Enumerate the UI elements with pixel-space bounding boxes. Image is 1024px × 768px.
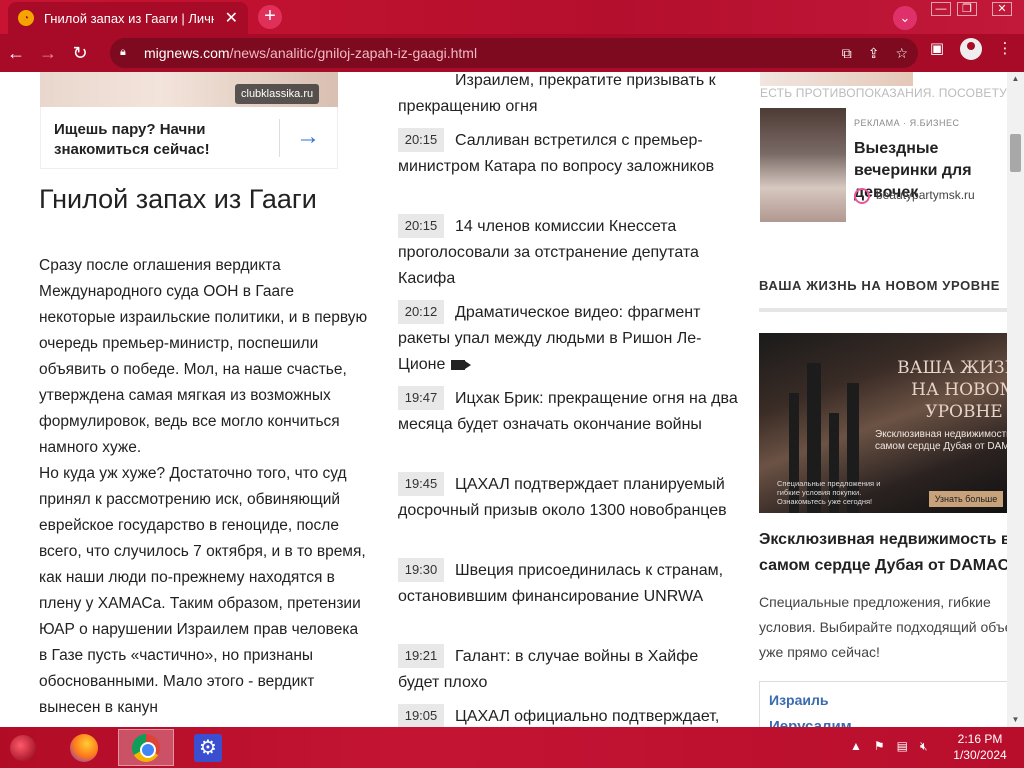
new-tab-button[interactable]: + <box>258 5 282 29</box>
ad-domain-icon <box>854 188 870 204</box>
widget-country: Израиль <box>769 692 829 708</box>
taskbar-clock[interactable]: 2:16 PM 1/30/2024 <box>950 731 1010 763</box>
news-text: Салливан встретился с премьер-министром … <box>398 132 715 175</box>
taskbar-chrome[interactable] <box>118 729 174 766</box>
tab-search-icon[interactable]: ⌄ <box>893 6 917 30</box>
promo-description: Специальные предложения, гибкие условия.… <box>759 594 1007 660</box>
ad-image[interactable] <box>760 108 846 222</box>
news-item[interactable]: 20:15 Салливан встретился с премьер-мини… <box>398 128 738 180</box>
banner-learn-more-button[interactable]: Узнать больше <box>929 491 1003 507</box>
chrome-icon <box>132 733 160 762</box>
ad-divider <box>279 119 280 157</box>
profile-avatar-icon[interactable] <box>960 38 982 60</box>
banner-headline: ВАША ЖИЗНЬ НА НОВОМ УРОВНЕ <box>897 358 1007 422</box>
article-body: Сразу после оглашения вердикта Междунаро… <box>39 253 369 721</box>
settings-gear-icon: ⚙ <box>194 733 222 762</box>
clock-time: 2:16 PM <box>957 732 1003 746</box>
news-time-badge: 19:45 <box>398 472 444 496</box>
ad-image-strip[interactable] <box>760 72 913 86</box>
tab-title: Гнилой запах из Гааги | Личный <box>44 10 214 26</box>
scroll-up-icon[interactable]: ▲ <box>1010 74 1021 84</box>
network-icon[interactable]: ▤ <box>897 739 908 754</box>
promo-title[interactable]: Эксклюзивная недвижимость в самом сердце… <box>759 527 1007 579</box>
promo-banner[interactable]: ВАША ЖИЗНЬ НА НОВОМ УРОВНЕ Эксклюзивная … <box>759 333 1007 513</box>
site-favicon-icon: ◔ <box>18 10 34 26</box>
news-item[interactable]: Израилем, прекратите призывать к прекращ… <box>398 72 738 120</box>
arrow-right-icon[interactable]: → <box>296 123 320 151</box>
taskbar-settings[interactable]: ⚙ <box>180 729 236 766</box>
news-time-badge: 19:21 <box>398 644 444 668</box>
page-viewport: clubklassika.ru Ищешь пару? Начни знаком… <box>0 72 1007 727</box>
reload-icon[interactable]: ↻ <box>64 37 96 69</box>
action-center-flag-icon[interactable]: ⚑ <box>874 739 885 754</box>
scroll-down-icon[interactable]: ▼ <box>1010 715 1021 725</box>
ad-headline: Ищешь пару? Начни знакомиться сейчас! <box>54 121 210 158</box>
article-paragraph: Но куда уж хуже? Достаточно того, что су… <box>39 465 366 716</box>
news-text: Ицхак Брик: прекращение огня на два меся… <box>398 390 738 433</box>
news-text: Израилем, прекратите призывать к прекращ… <box>398 72 716 115</box>
tab-close-icon[interactable]: ✕ <box>225 8 238 28</box>
news-time-badge: 20:12 <box>398 300 444 324</box>
news-time-badge: 19:30 <box>398 558 444 582</box>
news-item[interactable]: 19:21 Галант: в случае войны в Хайфе буд… <box>398 644 738 696</box>
translate-icon[interactable]: ⧉ <box>842 45 852 62</box>
lock-icon[interactable]: 🔒︎ <box>120 46 134 60</box>
video-camera-icon <box>451 359 472 370</box>
side-panel-icon[interactable]: ▣ <box>926 38 948 60</box>
tab-strip: ◔ Гнилой запах из Гааги | Личный ✕ + ⌄ —… <box>0 0 1024 34</box>
os-taskbar: ⚙ ▲ ⚑ ▤ 🔇︎ 2:16 PM 1/30/2024 <box>0 727 1024 768</box>
firefox-icon <box>70 733 98 762</box>
news-item[interactable]: 19:47 Ицхак Брик: прекращение огня на дв… <box>398 386 738 438</box>
news-item[interactable]: 20:12 Драматическое видео: фрагмент раке… <box>398 300 738 378</box>
address-bar[interactable]: 🔒︎ mignews.com/news/analitic/gniloj-zapa… <box>110 38 918 68</box>
news-time-badge: 19:47 <box>398 386 444 410</box>
system-tray: ▲ ⚑ ▤ 🔇︎ <box>850 739 928 754</box>
close-window-button[interactable]: ✕ <box>984 0 1020 18</box>
news-item[interactable]: 19:45 ЦАХАЛ подтверждает планируемый дос… <box>398 472 738 524</box>
maximize-button[interactable]: ❐ <box>952 0 982 18</box>
url-path: /news/analitic/gniloj-zapah-iz-gaagi.htm… <box>229 45 478 61</box>
volume-muted-icon[interactable]: 🔇︎ <box>920 739 928 754</box>
banner-fineprint: Специальные предложения и гибкие условия… <box>777 479 881 506</box>
clock-date: 1/30/2024 <box>953 748 1007 762</box>
back-arrow-icon[interactable]: ← <box>0 37 32 69</box>
news-text: ЦАХАЛ официально подтверждает, <box>455 708 720 725</box>
news-text: Галант: в случае войны в Хайфе будет пло… <box>398 648 699 691</box>
news-time-badge: 20:15 <box>398 214 444 238</box>
tray-expand-icon[interactable]: ▲ <box>850 739 862 754</box>
ad-domain[interactable]: beautypartymsk.ru <box>876 188 975 202</box>
share-icon[interactable]: ⇪ <box>868 45 880 62</box>
url-domain: mignews.com <box>144 45 230 61</box>
news-text: Швеция присоединилась к странам, останов… <box>398 562 724 605</box>
scroll-thumb[interactable] <box>1010 134 1021 172</box>
news-time-badge: 19:05 <box>398 704 444 727</box>
section-title: ВАША ЖИЗНЬ НА НОВОМ УРОВНЕ <box>759 278 1001 293</box>
ad-label: РЕКЛАМА · Я.БИЗНЕС <box>854 118 960 128</box>
news-time-badge: 20:15 <box>398 128 444 152</box>
ad-disclaimer: ЕСТЬ ПРОТИВОПОКАЗАНИЯ. ПОСОВЕТУЙТЕСЬ С В… <box>760 86 1007 100</box>
article-title: Гнилой запах из Гааги <box>39 184 317 214</box>
news-text: ЦАХАЛ подтверждает планируемый досрочный… <box>398 476 727 519</box>
tab-active[interactable]: ◔ Гнилой запах из Гааги | Личный ✕ <box>8 2 248 34</box>
browser-toolbar: ← → ↻ 🔒︎ mignews.com/news/analitic/gnilo… <box>0 34 1024 72</box>
start-orb-icon <box>10 735 36 761</box>
page-scrollbar[interactable]: ▲ ▼ <box>1007 72 1024 727</box>
ad-source-badge[interactable]: clubklassika.ru <box>235 84 320 104</box>
banner-subtitle: Эксклюзивная недвижимость в самом сердце… <box>875 429 1007 452</box>
widget-city: Иерусалим <box>769 718 852 727</box>
article-paragraph: Сразу после оглашения вердикта Междунаро… <box>39 257 368 456</box>
bookmark-star-icon[interactable]: ☆ <box>895 45 908 62</box>
news-item[interactable]: 19:05 ЦАХАЛ официально подтверждает, <box>398 704 738 727</box>
taskbar-firefox[interactable] <box>56 729 112 766</box>
kebab-menu-icon[interactable]: ⋮ <box>994 38 1016 60</box>
news-item[interactable]: 19:30 Швеция присоединилась к странам, о… <box>398 558 738 610</box>
url-text: mignews.com/news/analitic/gniloj-zapah-i… <box>144 45 477 61</box>
forward-arrow-icon[interactable]: → <box>32 37 64 69</box>
ad-card[interactable]: Ищешь пару? Начни знакомиться сейчас! → <box>40 107 338 169</box>
start-button[interactable] <box>0 727 44 768</box>
section-divider <box>759 308 1007 312</box>
location-widget[interactable]: Израиль Иерусалим <box>759 681 1007 727</box>
news-item[interactable]: 20:15 14 членов комиссии Кнессета прогол… <box>398 214 738 292</box>
news-text: 14 членов комиссии Кнессета проголосовал… <box>398 218 699 287</box>
